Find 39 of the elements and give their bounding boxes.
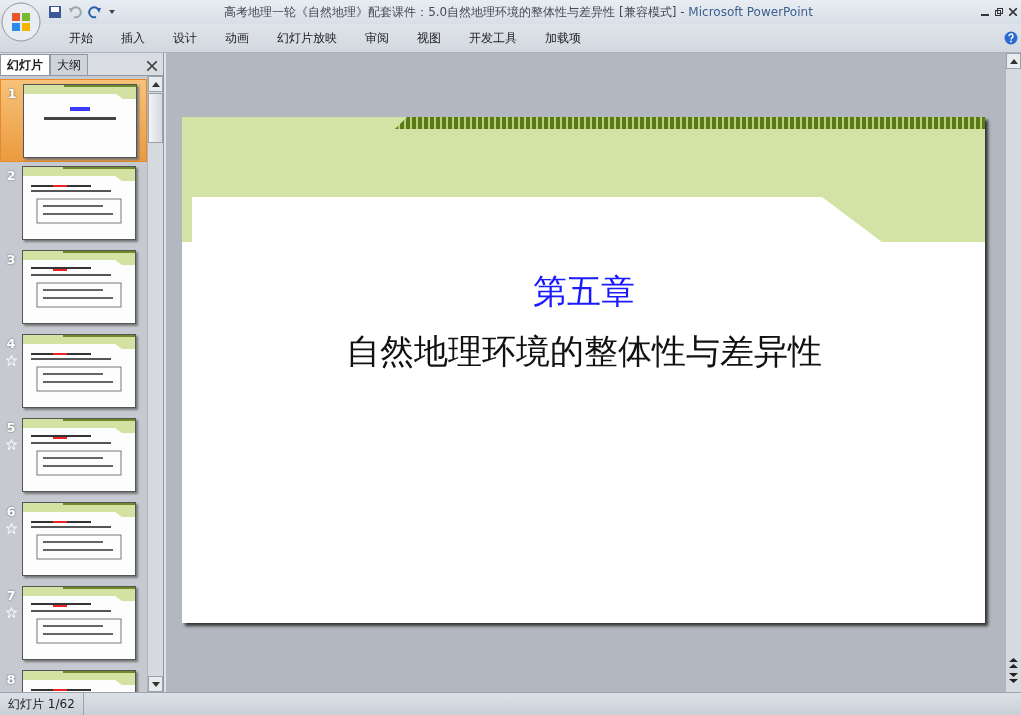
ribbon-tab[interactable]: 幻灯片放映 xyxy=(266,25,348,51)
scroll-up-button[interactable] xyxy=(148,76,163,92)
caret-up-icon xyxy=(151,81,160,87)
caret-down-icon xyxy=(151,681,160,687)
ribbon-tab[interactable]: 审阅 xyxy=(354,25,400,51)
ribbon-tab[interactable]: 设计 xyxy=(162,25,208,51)
ribbon-tab[interactable]: 开发工具 xyxy=(458,25,528,51)
dropdown-icon[interactable] xyxy=(108,8,116,16)
ribbon-tab[interactable]: 加载项 xyxy=(534,25,592,51)
slide-number: 3 xyxy=(6,252,16,267)
slide-title: 自然地理环境的整体性与差异性 xyxy=(345,330,822,373)
ribbon-tab[interactable]: 插入 xyxy=(110,25,156,51)
ribbon-tab[interactable]: 开始 xyxy=(58,25,104,51)
slide-heading: 第五章 xyxy=(532,270,635,313)
scroll-down-button[interactable] xyxy=(148,676,163,692)
scroll-up-button[interactable] xyxy=(1006,53,1021,69)
slide-number: 5 xyxy=(6,420,16,435)
save-icon[interactable] xyxy=(48,5,62,19)
slide-indicator: 幻灯片 1/62 xyxy=(0,693,84,715)
pane-tab[interactable]: 大纲 xyxy=(50,54,88,75)
redo-icon[interactable] xyxy=(88,5,102,19)
slide-number: 6 xyxy=(6,504,16,519)
ribbon-tab[interactable]: 动画 xyxy=(214,25,260,51)
scrollbar-thumb[interactable] xyxy=(148,93,163,143)
slide-number: 1 xyxy=(7,86,17,101)
ribbon-tab[interactable]: 视图 xyxy=(406,25,452,51)
slide-number: 2 xyxy=(6,168,16,183)
restore-icon[interactable] xyxy=(995,8,1003,16)
help-icon[interactable] xyxy=(1004,31,1018,45)
caret-up-icon xyxy=(1009,58,1018,64)
slide-number: 4 xyxy=(6,336,16,351)
pane-tab[interactable]: 幻灯片 xyxy=(0,54,50,75)
window-title: 高考地理一轮《自然地理》配套课件：5.0自然地理环境的整体性与差异性 [兼容模式] - Microsoft PowerPoint xyxy=(223,3,814,21)
close-icon[interactable] xyxy=(1009,8,1017,16)
slide-number: 7 xyxy=(6,588,16,603)
close-icon[interactable] xyxy=(147,61,157,71)
slide-number: 8 xyxy=(6,672,16,687)
previous-slide-icon[interactable] xyxy=(1009,657,1018,669)
next-slide-icon[interactable] xyxy=(1009,672,1018,684)
